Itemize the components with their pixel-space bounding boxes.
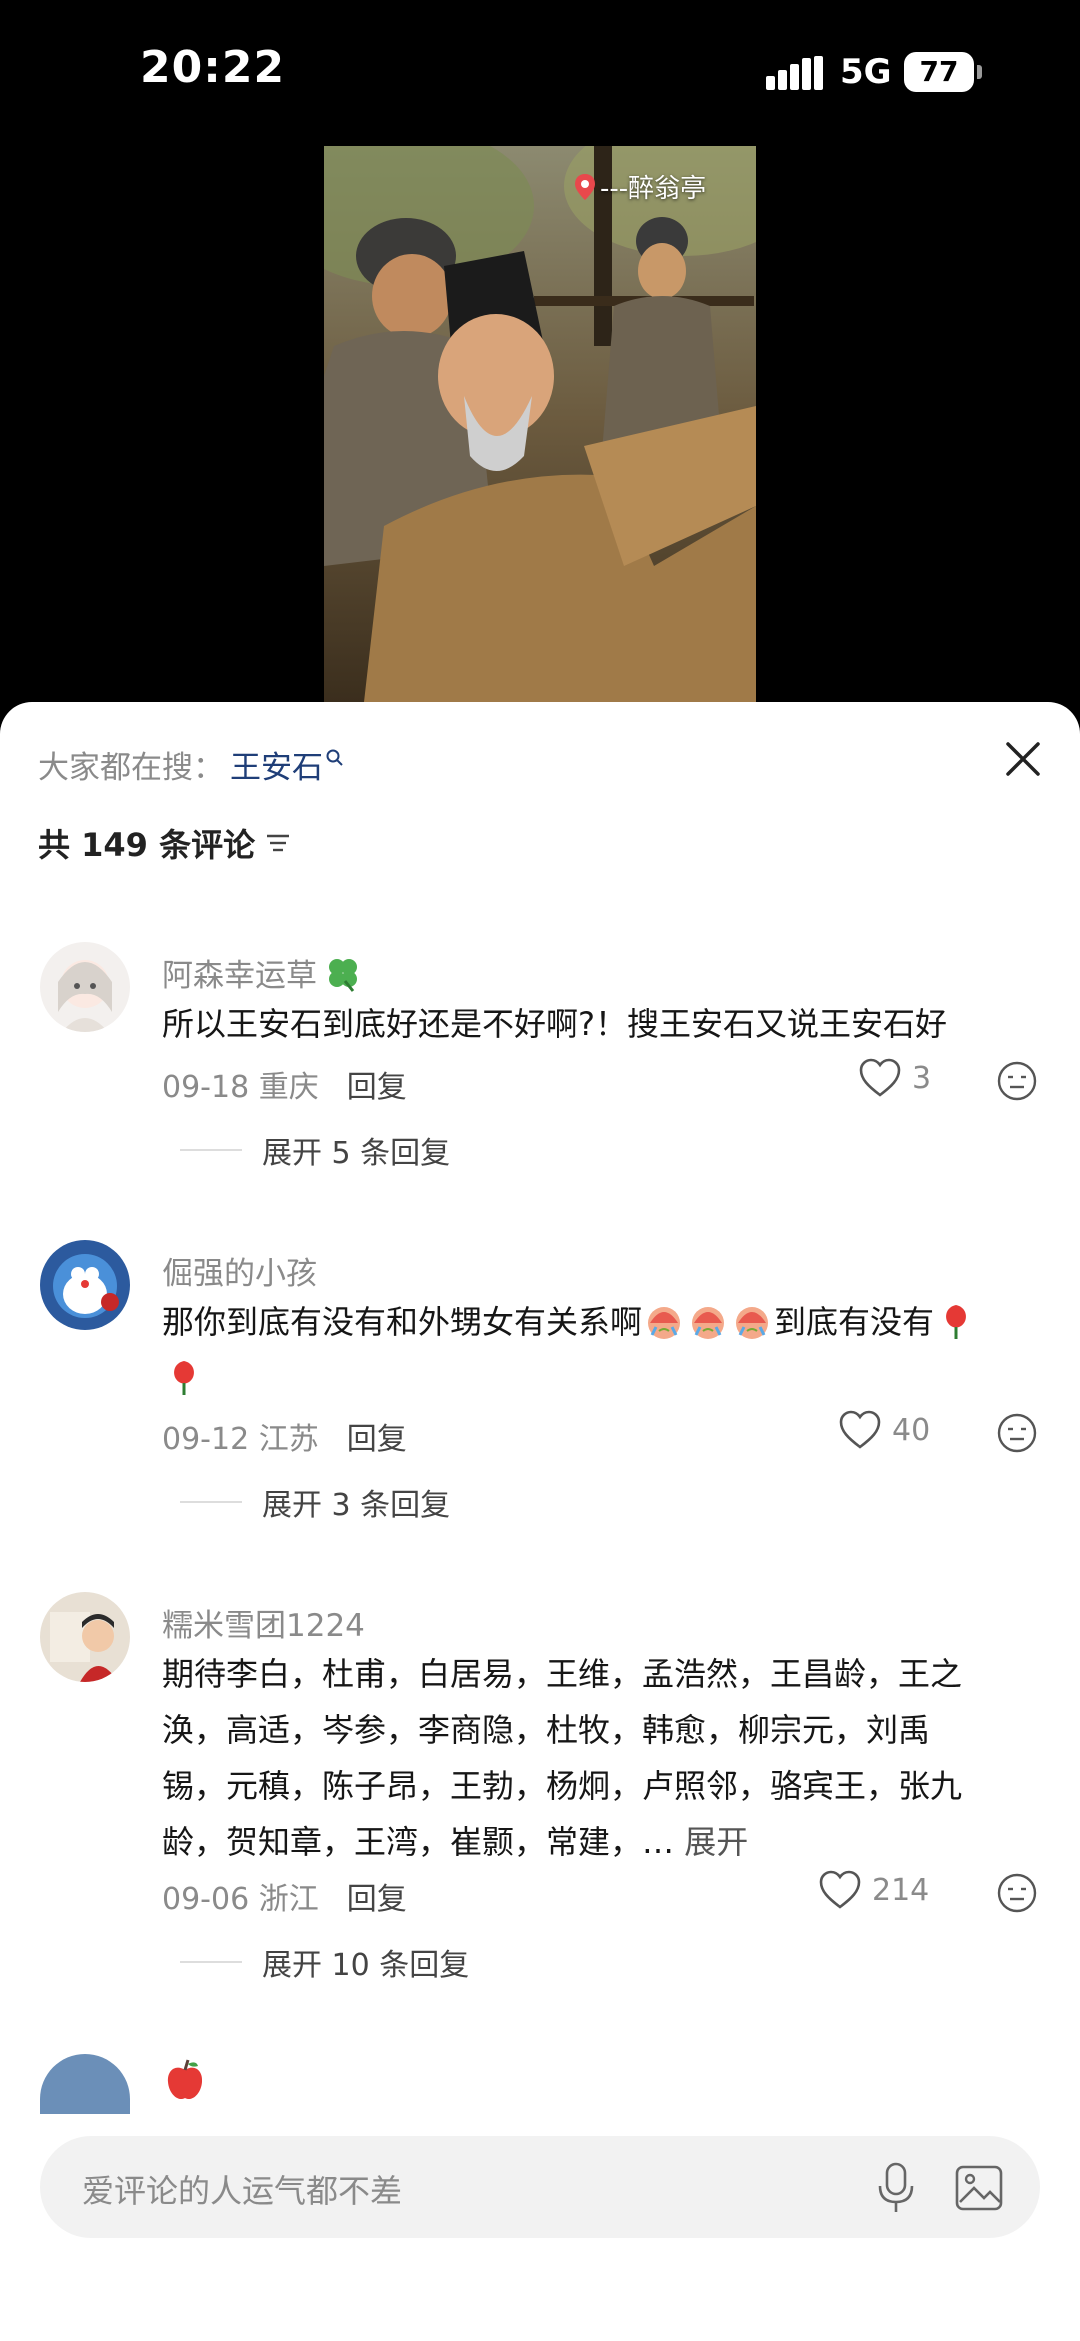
like-button[interactable]: 3 <box>858 1058 931 1098</box>
comment-username[interactable]: 糯米雪团1224 <box>162 1600 365 1645</box>
comment-text-line: 龄，贺知章，王湾，崔颢，常建，… 展开 <box>162 1823 749 1861</box>
comment-date-location: 09-12 江苏 <box>162 1422 319 1457</box>
comment-meta: 09-18 重庆 回复 <box>162 1062 407 1106</box>
reply-button[interactable]: 回复 <box>347 1062 407 1106</box>
status-bar: 20:22 5G 77 <box>0 0 1080 140</box>
comment-text-line: 涣，高适，岑参，李商隐，杜牧，韩愈，柳宗元，刘禹 <box>162 1711 931 1749</box>
comment-date-location: 09-18 重庆 <box>162 1070 319 1105</box>
search-suggestion[interactable]: 大家都在搜： 王安石 <box>38 742 345 787</box>
search-suggestion-prefix: 大家都在搜： <box>38 750 224 786</box>
microphone-icon[interactable] <box>874 2162 918 2214</box>
comments-sheet: 大家都在搜： 王安石 共 149 条评论 阿森幸运草 所以王安石到底好还是不好啊… <box>0 702 1080 2341</box>
comment-count-text: 共 149 条评论 <box>38 826 256 864</box>
rose-icon <box>946 1305 966 1339</box>
heart-icon <box>859 1058 901 1097</box>
like-count: 3 <box>912 1060 932 1096</box>
reaction-emoji-icon[interactable] <box>996 1872 1038 1914</box>
username-text[interactable]: 倔强的小孩 <box>162 1248 317 1293</box>
expand-replies-button[interactable]: 展开 10 条回复 <box>180 1940 469 1984</box>
like-button[interactable]: 214 <box>818 1870 929 1910</box>
username-text[interactable]: 阿森幸运草 <box>162 950 317 995</box>
crying-emoji-icon <box>692 1307 725 1339</box>
like-count: 214 <box>872 1872 930 1908</box>
comment-date-location: 09-06 浙江 <box>162 1882 319 1917</box>
comment-input-bar[interactable]: 爱评论的人运气都不差 <box>40 2136 1040 2238</box>
comment-username[interactable]: 阿森幸运草 <box>162 950 363 995</box>
expand-replies-label[interactable]: 展开 10 条回复 <box>262 1940 469 1984</box>
video-player[interactable] <box>324 146 756 702</box>
heart-icon <box>839 1410 881 1449</box>
comment-meta: 09-06 浙江 回复 <box>162 1874 407 1918</box>
reply-button[interactable]: 回复 <box>347 1874 407 1918</box>
apple-emoji-icon <box>167 2059 203 2100</box>
comment-input-placeholder[interactable]: 爱评论的人运气都不差 <box>82 2166 402 2212</box>
battery-level: 77 <box>904 52 974 92</box>
video-location-tag: ---醉翁亭 <box>574 168 706 205</box>
comment-text-line: 期待李白，杜甫，白居易，王维，孟浩然，王昌龄，王之 <box>162 1655 963 1693</box>
battery-icon: 77 <box>904 52 982 92</box>
expand-replies-label[interactable]: 展开 5 条回复 <box>262 1128 450 1172</box>
avatar[interactable] <box>40 2054 130 2114</box>
expand-replies-button[interactable]: 展开 5 条回复 <box>180 1128 450 1172</box>
comment-meta: 09-12 江苏 回复 <box>162 1414 407 1458</box>
location-pin-icon <box>575 173 595 200</box>
comment-count: 共 149 条评论 <box>38 820 291 866</box>
comment-text-part: 那你到底有没有和外甥女有关系啊 <box>162 1303 643 1341</box>
search-icon <box>326 749 343 766</box>
status-time: 20:22 <box>140 42 286 93</box>
reaction-emoji-icon[interactable] <box>996 1060 1038 1102</box>
comment-text-line: 锡，元稹，陈子昂，王勃，杨炯，卢照邻，骆宾王，张九 <box>162 1767 963 1805</box>
search-suggestion-keyword[interactable]: 王安石 <box>230 742 323 787</box>
comment-text: 那你到底有没有和外甥女有关系啊 到底有没有 <box>162 1294 1042 1406</box>
avatar[interactable] <box>40 942 130 1032</box>
image-icon[interactable] <box>954 2164 1004 2212</box>
comment-text: 所以王安石到底好还是不好啊?！搜王安石又说王安石好 <box>162 1005 947 1043</box>
clover-icon <box>329 958 357 992</box>
expand-text-button[interactable]: 展开 <box>684 1823 748 1861</box>
comment-username[interactable]: 倔强的小孩 <box>162 1248 317 1293</box>
like-button[interactable]: 40 <box>838 1410 930 1450</box>
video-location-text: ---醉翁亭 <box>600 174 707 204</box>
cellular-signal-icon <box>766 56 823 90</box>
comment-text: 期待李白，杜甫，白居易，王维，孟浩然，王昌龄，王之 涣，高适，岑参，李商隐，杜牧… <box>162 1646 1042 1870</box>
crying-emoji-icon <box>736 1307 769 1339</box>
expand-replies-label[interactable]: 展开 3 条回复 <box>262 1480 450 1524</box>
avatar[interactable] <box>40 1240 130 1330</box>
avatar[interactable] <box>40 1592 130 1682</box>
reply-button[interactable]: 回复 <box>347 1414 407 1458</box>
reaction-emoji-icon[interactable] <box>996 1412 1038 1454</box>
expand-replies-button[interactable]: 展开 3 条回复 <box>180 1480 450 1524</box>
like-count: 40 <box>892 1412 931 1448</box>
comment-text-part: 到底有没有 <box>774 1303 935 1341</box>
crying-emoji-icon <box>648 1307 681 1339</box>
network-type: 5G <box>840 52 892 92</box>
sort-icon[interactable] <box>265 830 291 856</box>
close-icon[interactable] <box>1000 736 1046 782</box>
video-thumbnail <box>324 146 756 702</box>
rose-icon <box>174 1361 194 1395</box>
username-text[interactable]: 糯米雪团1224 <box>162 1600 365 1645</box>
heart-icon <box>819 1870 861 1909</box>
